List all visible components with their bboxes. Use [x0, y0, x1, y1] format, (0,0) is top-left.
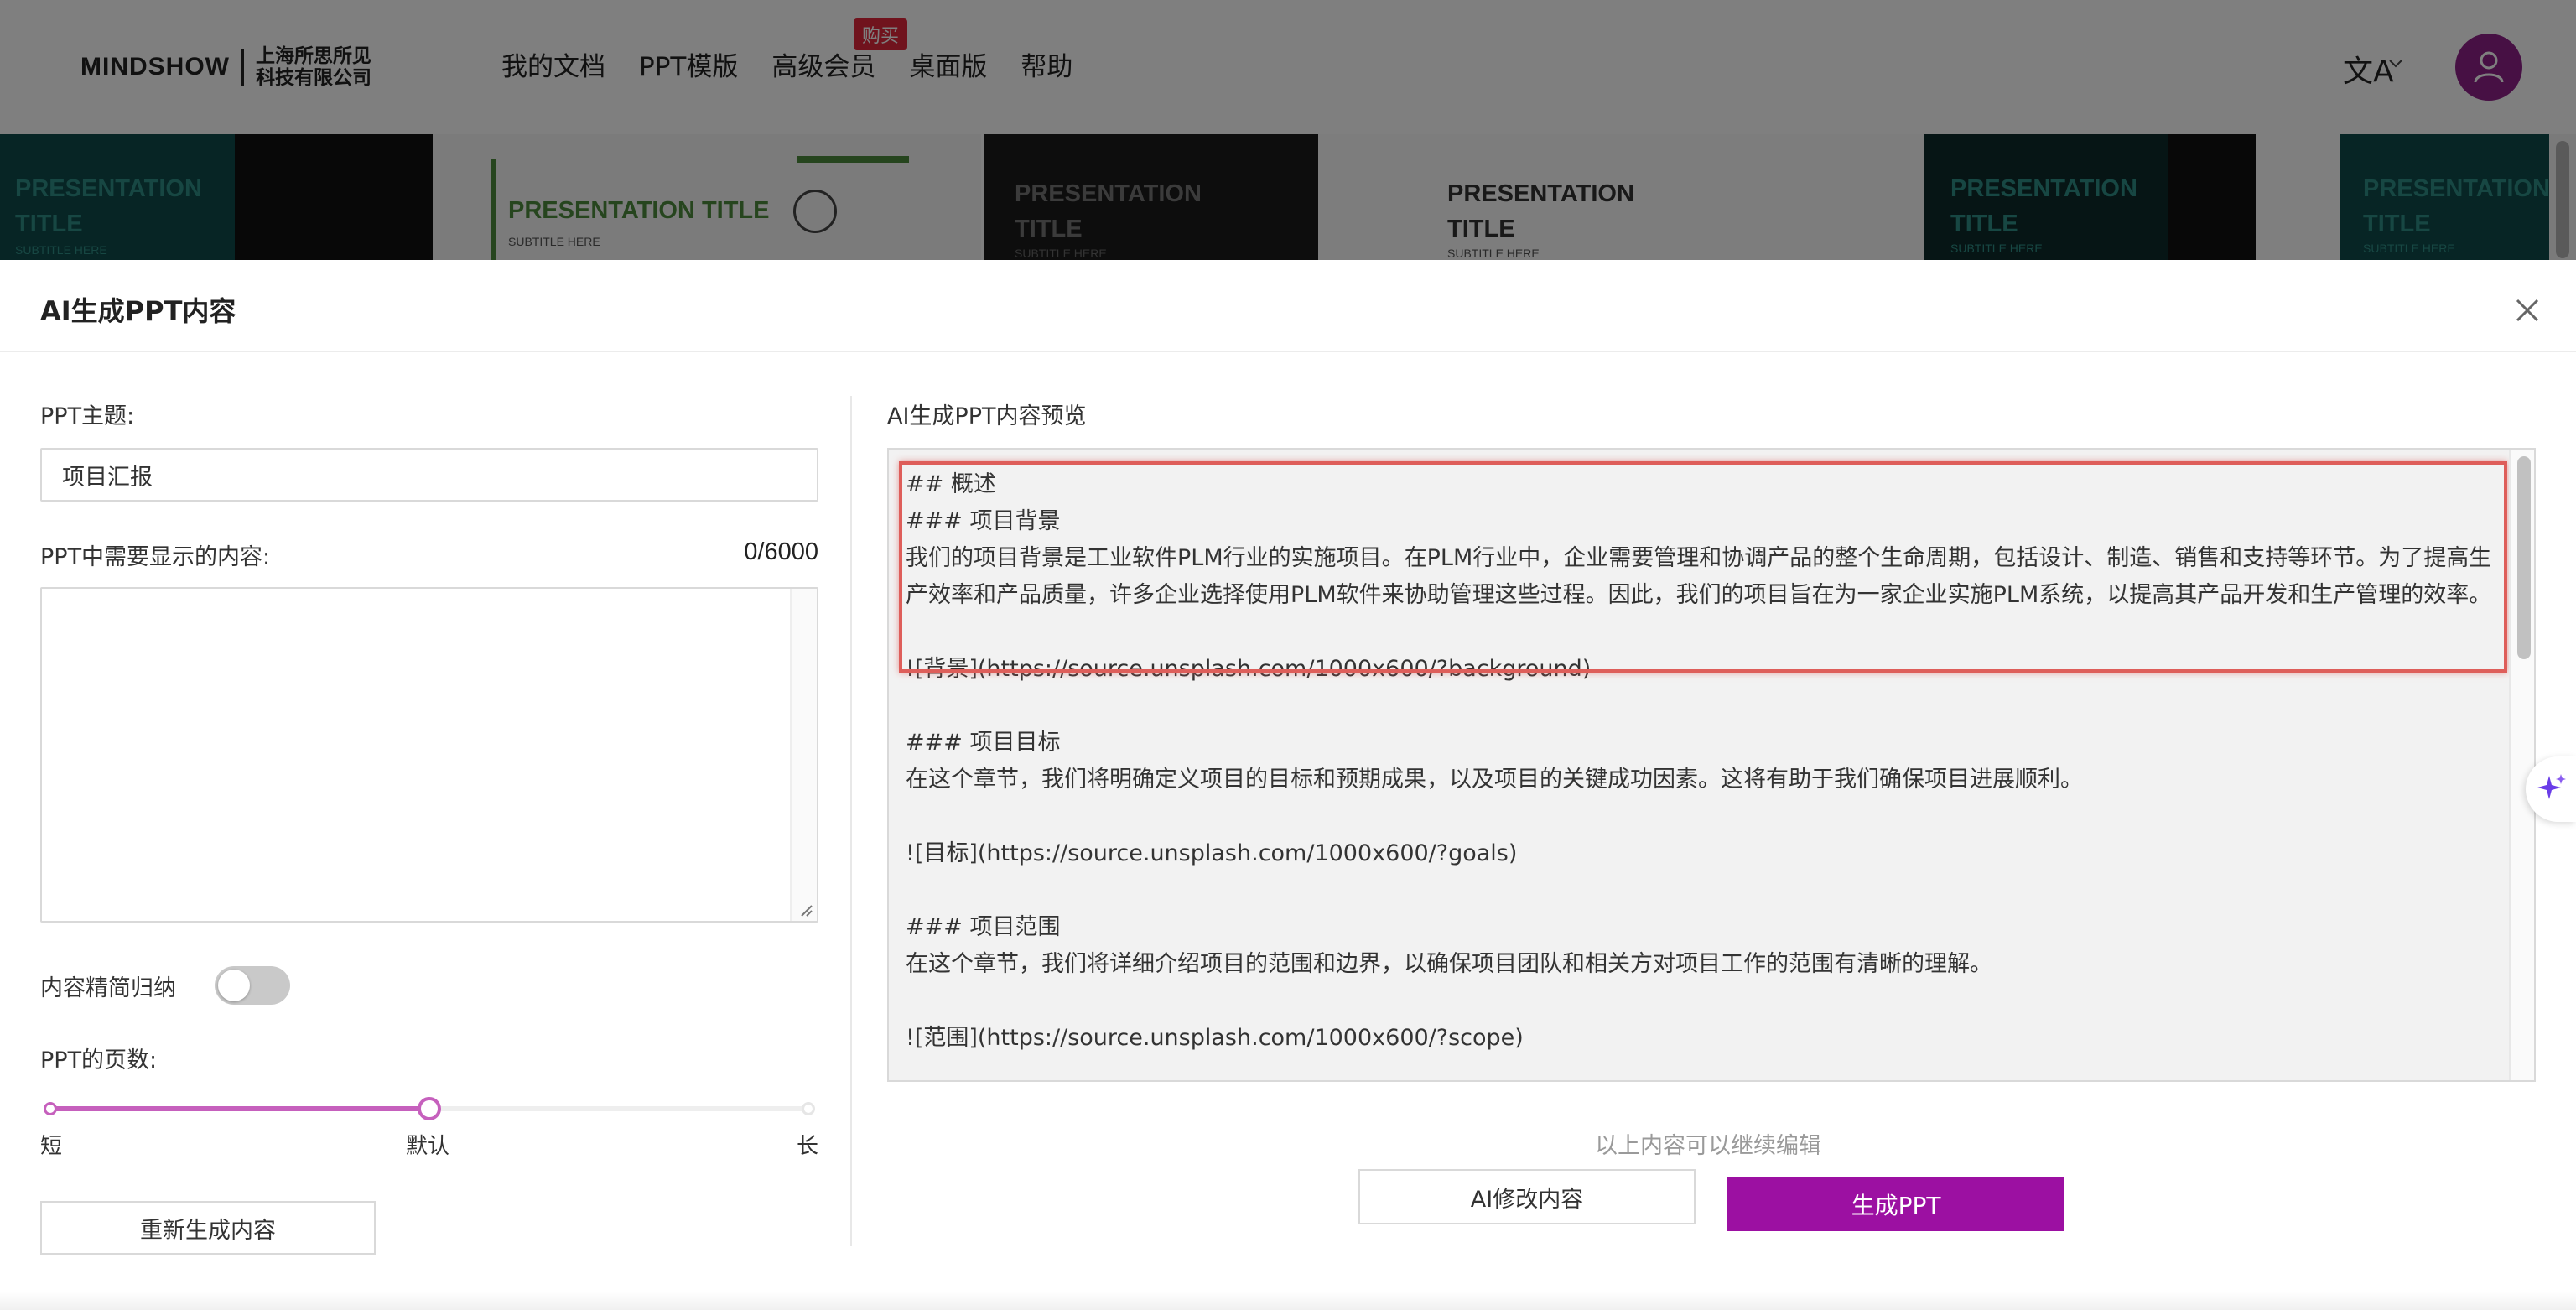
pages-label: PPT的页数:	[40, 1047, 158, 1073]
ai-edit-button[interactable]: AI修改内容	[1358, 1169, 1696, 1224]
close-icon[interactable]	[2512, 295, 2542, 325]
sparkle-icon	[2537, 774, 2566, 799]
column-divider	[850, 396, 852, 1246]
slider-handle[interactable]	[418, 1097, 441, 1120]
preview-line[interactable]	[906, 872, 2499, 909]
bottom-edge	[0, 1292, 2576, 1310]
modal-backdrop[interactable]	[0, 0, 2576, 260]
dialog-title: AI生成PPT内容	[40, 295, 236, 327]
simplify-label: 内容精简归纳	[40, 975, 176, 1001]
preview-line[interactable]	[906, 614, 2499, 651]
preview-line[interactable]	[906, 688, 2499, 725]
content-textarea[interactable]	[40, 587, 818, 923]
preview-line[interactable]: 在这个章节，我们将详细介绍项目的范围和边界，以确保项目团队和相关方对项目工作的范…	[906, 946, 2499, 983]
preview-line[interactable]: 在这个章节，我们将明确定义项目的目标和预期成果，以及项目的关键成功因素。这将有助…	[906, 762, 2499, 798]
textarea-scrollbar[interactable]	[790, 589, 817, 921]
resize-handle-icon[interactable]	[797, 901, 813, 918]
slider-track	[50, 1106, 429, 1111]
preview-line[interactable]: 我们的项目背景是工业软件PLM行业的实施项目。在PLM行业中，企业需要管理和协调…	[906, 540, 2499, 614]
slider-mark-long[interactable]	[802, 1102, 815, 1115]
preview-line[interactable]: ## 概述	[906, 466, 2499, 503]
pages-slider[interactable]	[40, 1092, 818, 1125]
slider-mark-short[interactable]	[44, 1102, 57, 1115]
preview-scrollbar-thumb[interactable]	[2517, 456, 2531, 659]
preview-line[interactable]	[906, 983, 2499, 1020]
preview-line[interactable]	[906, 798, 2499, 835]
generate-ppt-button[interactable]: 生成PPT	[1727, 1177, 2064, 1231]
preview-line[interactable]: ### 项目背景	[906, 503, 2499, 540]
preview-line[interactable]: ### 项目目标	[906, 725, 2499, 762]
preview-line[interactable]: ![目标](https://source.unsplash.com/1000x6…	[906, 835, 2499, 872]
preview-line[interactable]: ![范围](https://source.unsplash.com/1000x6…	[906, 1020, 2499, 1057]
slider-label-default: 默认	[406, 1134, 450, 1159]
slider-label-short: 短	[40, 1134, 63, 1159]
preview-content[interactable]: ## 概述 ### 项目背景 我们的项目背景是工业软件PLM行业的实施项目。在PLM…	[906, 466, 2499, 1057]
toggle-knob	[218, 970, 250, 1001]
slider-label-long: 长	[797, 1134, 819, 1159]
preview-line[interactable]: ### 项目范围	[906, 909, 2499, 946]
dialog-header: AI生成PPT内容	[0, 260, 2576, 352]
preview-editor[interactable]: ## 概述 ### 项目背景 我们的项目背景是工业软件PLM行业的实施项目。在PLM…	[887, 448, 2536, 1082]
simplify-toggle[interactable]	[215, 966, 290, 1005]
preview-line[interactable]: ![背景](https://source.unsplash.com/1000x6…	[906, 651, 2499, 688]
preview-scrollbar[interactable]	[2509, 450, 2534, 1080]
char-counter: 0/6000	[744, 538, 818, 565]
topic-input[interactable]	[40, 448, 818, 502]
content-label: PPT中需要显示的内容:	[40, 544, 271, 570]
regenerate-button[interactable]: 重新生成内容	[40, 1201, 376, 1255]
ai-generate-dialog: AI生成PPT内容 PPT主题: PPT中需要显示的内容: 0/6000 内容精…	[0, 260, 2576, 1310]
preview-label: AI生成PPT内容预览	[887, 403, 1087, 429]
edit-hint: 以上内容可以继续编辑	[1595, 1133, 1821, 1159]
topic-label: PPT主题:	[40, 403, 135, 429]
